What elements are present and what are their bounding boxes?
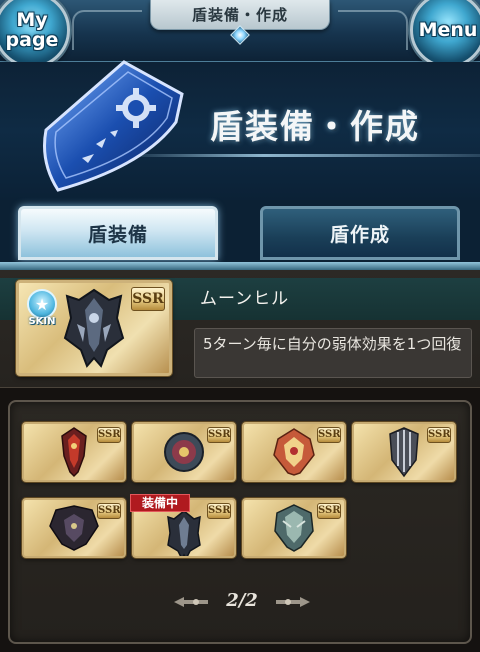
rarity-badge: SSR [317,503,341,519]
selected-shield-panel: ★ SKIN SSR ムーンヒル 5ターン毎に自分の弱体効果を1つ回復 [0,270,480,388]
skin-label: SKIN [28,316,56,327]
tab-shield-create[interactable]: 盾作成 [260,206,460,260]
rarity-badge: SSR [317,427,341,443]
star-icon: ★ [27,289,57,319]
menu-button[interactable]: Menu [410,0,480,68]
selected-shield-card[interactable]: ★ SKIN SSR [16,280,172,376]
rarity-badge: SSR [97,503,121,519]
shield-icon [63,288,125,368]
top-bar: 盾装備・作成 My page Menu [0,0,480,68]
rarity-badge: SSR [427,427,451,443]
banner-title: 盾装備・作成 [210,107,420,146]
pagination: 2/2 [0,588,480,618]
shield-icon [43,60,184,192]
tab-shield-equip[interactable]: 盾装備 [18,206,218,260]
tab-underline [0,262,480,270]
shield-list-item[interactable]: SSR [352,422,456,482]
shield-icon [61,427,87,478]
next-page-arrow-icon[interactable] [276,596,310,608]
shield-list-item[interactable]: SSR [242,498,346,558]
shield-icon [49,505,99,551]
rarity-badge: SSR [207,427,231,443]
equipped-badge: 装備中 [130,494,190,512]
shield-icon [274,504,314,552]
rarity-badge: SSR [131,287,165,311]
shield-name: ムーンヒル [200,289,290,309]
page-indicator: 2/2 [226,590,258,611]
header-ornament-left [72,10,142,50]
shield-icon [273,428,315,476]
shield-list-item[interactable]: SSR [22,498,126,558]
skin-badge: ★ SKIN [25,289,59,331]
rarity-badge: SSR [97,427,121,443]
header-ornament-right [338,10,408,50]
shield-list-item[interactable]: SSR [22,422,126,482]
menu-label: Menu [418,19,478,41]
shield-icon [167,510,201,556]
mypage-label: My page [5,9,59,51]
shield-list-item[interactable]: SSR [132,422,236,482]
shield-list-item[interactable]: SSR [242,422,346,482]
shield-description: 5ターン毎に自分の弱体効果を1つ回復 [194,328,472,378]
prev-page-arrow-icon[interactable] [174,596,208,608]
tab-bar: 盾装備 盾作成 [0,200,480,270]
shield-icon [164,432,204,472]
shield-icon [389,427,419,478]
rarity-badge: SSR [207,503,231,519]
